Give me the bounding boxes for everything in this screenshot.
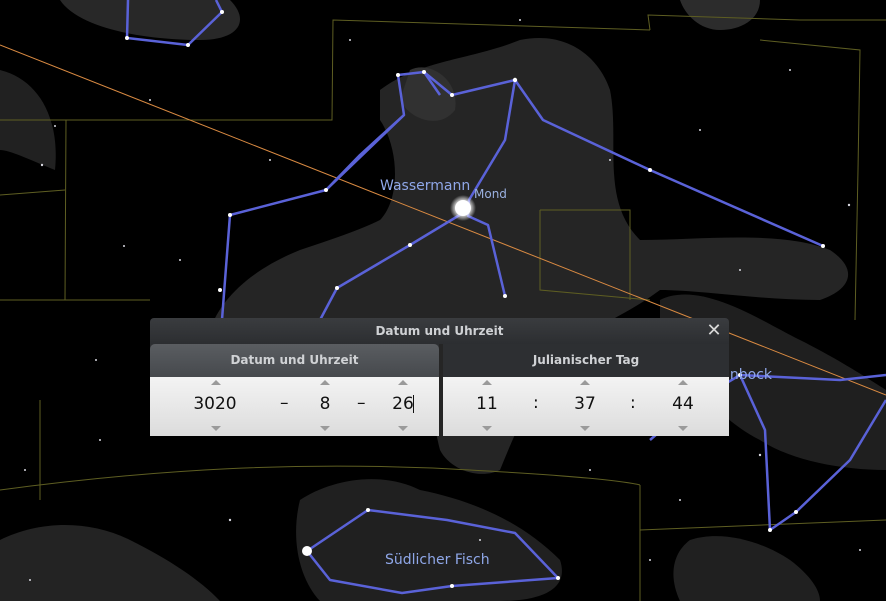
tab-date-time[interactable]: Datum und Uhrzeit — [150, 344, 439, 377]
julian-pane: Julianischer Tag 11 : 37 : 44 — [443, 344, 729, 436]
moon-label: Mond — [474, 187, 507, 201]
dialog-title: Datum und Uhrzeit — [375, 324, 504, 338]
second-down-arrow-icon[interactable] — [678, 426, 688, 431]
text-caret — [413, 395, 414, 413]
month-spinbox[interactable]: 8 — [310, 394, 340, 414]
time-fields: 11 : 37 : 44 — [443, 377, 729, 436]
date-fields: 3020 – 8 – 26 — [150, 377, 439, 436]
constellation-label-piscis-austrinus: Südlicher Fisch — [385, 552, 490, 568]
minute-up-arrow-icon[interactable] — [580, 380, 590, 385]
time-separator: : — [630, 393, 636, 413]
day-spinbox[interactable]: 26 — [385, 394, 421, 414]
second-up-arrow-icon[interactable] — [678, 380, 688, 385]
time-separator: : — [533, 393, 539, 413]
dialog-titlebar[interactable]: Datum und Uhrzeit ✕ — [150, 318, 729, 344]
sky-view[interactable] — [0, 0, 886, 601]
date-separator: – — [280, 393, 289, 413]
date-time-dialog: Datum und Uhrzeit ✕ Datum und Uhrzeit 30… — [150, 318, 729, 436]
year-down-arrow-icon[interactable] — [211, 426, 221, 431]
date-separator: – — [357, 393, 366, 413]
month-up-arrow-icon[interactable] — [320, 380, 330, 385]
year-spinbox[interactable]: 3020 — [190, 394, 240, 414]
constellation-label-aquarius: Wassermann — [380, 178, 471, 194]
year-up-arrow-icon[interactable] — [211, 380, 221, 385]
close-icon[interactable]: ✕ — [704, 321, 724, 341]
second-spinbox[interactable]: 44 — [667, 394, 699, 414]
hour-spinbox[interactable]: 11 — [471, 394, 503, 414]
month-down-arrow-icon[interactable] — [320, 426, 330, 431]
minute-spinbox[interactable]: 37 — [569, 394, 601, 414]
tab-julian-day[interactable]: Julianischer Tag — [443, 344, 729, 377]
day-up-arrow-icon[interactable] — [398, 380, 408, 385]
date-pane: Datum und Uhrzeit 3020 – 8 – 26 — [150, 344, 439, 436]
hour-up-arrow-icon[interactable] — [482, 380, 492, 385]
day-down-arrow-icon[interactable] — [398, 426, 408, 431]
hour-down-arrow-icon[interactable] — [482, 426, 492, 431]
minute-down-arrow-icon[interactable] — [580, 426, 590, 431]
